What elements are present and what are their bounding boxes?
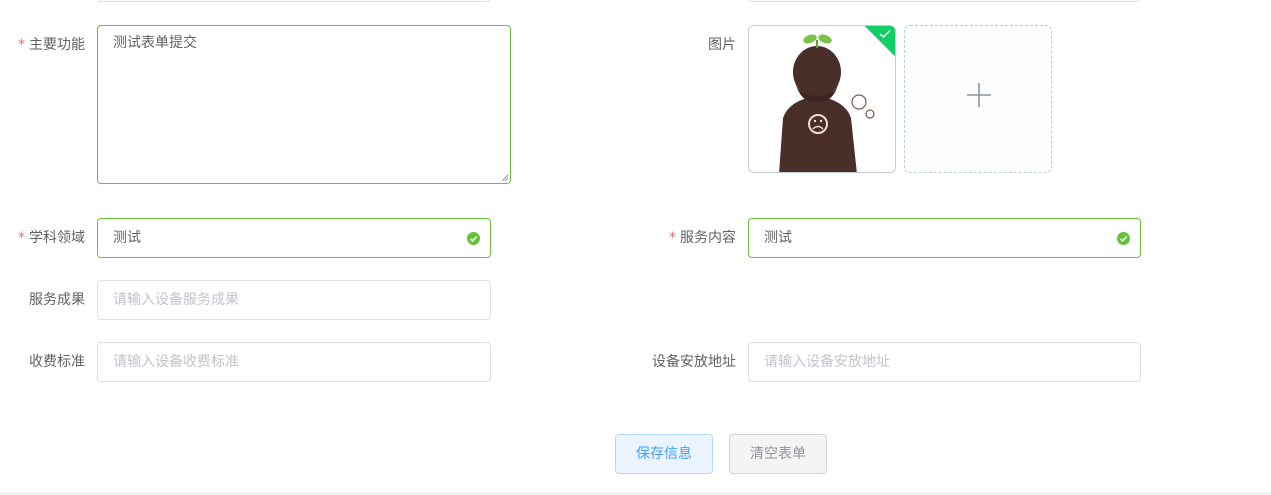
main-function-value: 测试表单提交 xyxy=(113,35,197,51)
image-label: 图片 xyxy=(708,37,736,53)
service-result-placeholder: 请输入设备服务成果 xyxy=(113,292,239,308)
main-function-label: * 主要功能 xyxy=(18,37,85,53)
service-result-label: 服务成果 xyxy=(29,292,85,308)
required-mark: * xyxy=(669,230,676,246)
resize-handle-icon[interactable] xyxy=(501,174,509,182)
upload-add-button[interactable] xyxy=(904,25,1052,173)
required-mark: * xyxy=(18,230,25,246)
service-content-input[interactable]: 测试 xyxy=(748,218,1141,258)
install-address-label: 设备安放地址 xyxy=(652,354,736,370)
service-result-input[interactable]: 请输入设备服务成果 xyxy=(97,280,491,320)
service-content-label: * 服务内容 xyxy=(669,230,736,246)
previous-input-right[interactable] xyxy=(748,0,1141,2)
previous-input-left[interactable] xyxy=(97,0,491,2)
cartoon-character-image xyxy=(749,26,895,172)
subject-area-input[interactable]: 测试 xyxy=(97,218,491,258)
install-address-input[interactable]: 请输入设备安放地址 xyxy=(748,342,1141,382)
clear-form-button[interactable]: 清空表单 xyxy=(729,434,827,474)
service-content-value: 测试 xyxy=(764,230,792,246)
fee-standard-input[interactable]: 请输入设备收费标准 xyxy=(97,342,491,382)
circle-check-icon xyxy=(467,232,480,245)
subject-area-value: 测试 xyxy=(113,230,141,246)
uploaded-image-thumbnail[interactable] xyxy=(748,25,896,173)
plus-icon xyxy=(967,83,991,107)
subject-area-label: * 学科领域 xyxy=(18,230,85,246)
save-button[interactable]: 保存信息 xyxy=(615,434,713,474)
divider xyxy=(0,493,1271,494)
main-function-textarea[interactable]: 测试表单提交 xyxy=(97,25,511,184)
fee-standard-label: 收费标准 xyxy=(29,354,85,370)
required-mark: * xyxy=(18,37,25,53)
check-icon xyxy=(879,30,891,38)
fee-standard-placeholder: 请输入设备收费标准 xyxy=(113,354,239,370)
install-address-placeholder: 请输入设备安放地址 xyxy=(764,354,890,370)
circle-check-icon xyxy=(1117,232,1130,245)
